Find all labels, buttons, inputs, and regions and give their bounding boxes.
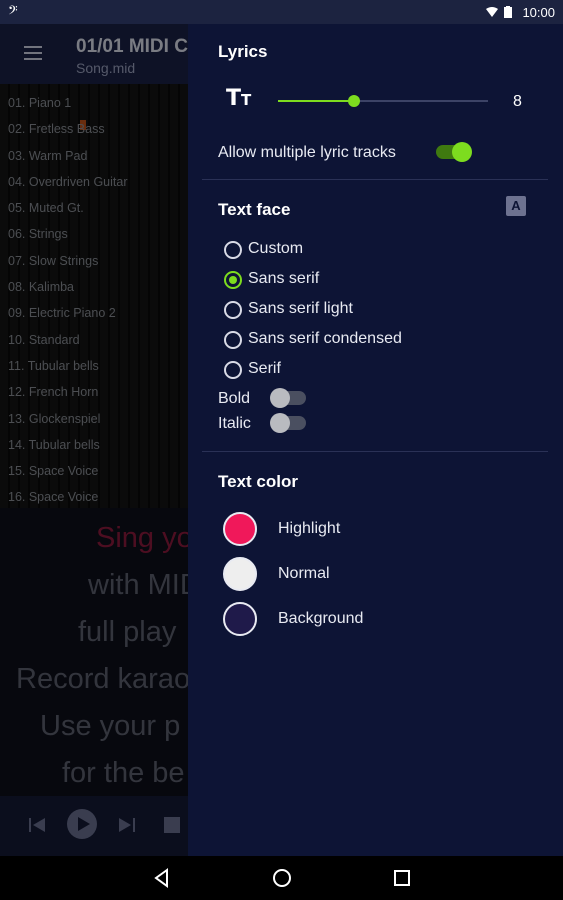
color-label[interactable]: Highlight [278, 520, 340, 538]
color-swatch[interactable] [223, 557, 257, 591]
app-screen: 01/01 MIDI C Song.mid 01. Piano 1 02. Fre… [0, 24, 563, 856]
color-label[interactable]: Background [278, 610, 363, 628]
italic-toggle[interactable] [270, 413, 306, 433]
allow-multiple-label: Allow multiple lyric tracks [218, 144, 396, 161]
radio-button[interactable] [224, 301, 242, 319]
recents-icon[interactable] [390, 866, 414, 890]
clock: 10:00 [522, 4, 555, 20]
toggle-knob [270, 388, 290, 408]
radio-button[interactable] [224, 361, 242, 379]
bold-toggle[interactable] [270, 388, 306, 408]
navigation-bar [0, 856, 563, 900]
allow-multiple-toggle[interactable] [436, 142, 472, 162]
wifi-icon [486, 6, 499, 18]
text-size-icon: TT [226, 86, 252, 111]
bold-label: Bold [218, 390, 251, 407]
radio-button[interactable] [224, 331, 242, 349]
font-size-slider[interactable] [278, 95, 488, 107]
toggle-knob [452, 142, 472, 162]
text-face-section-title: Text face [218, 200, 291, 219]
color-swatch[interactable] [223, 602, 257, 636]
lyrics-section-title: Lyrics [218, 42, 268, 61]
color-swatch[interactable] [223, 512, 257, 546]
toggle-knob [270, 413, 290, 433]
slider-fill [278, 100, 354, 102]
battery-icon [504, 6, 516, 18]
font-size-value: 8 [513, 93, 522, 110]
text-color-section-title: Text color [218, 472, 298, 491]
font-icon[interactable]: A [506, 196, 526, 216]
italic-label: Italic [218, 415, 251, 432]
bass-clef-icon: 𝄢 [8, 3, 18, 21]
status-bar: 𝄢 10:00 [0, 0, 563, 24]
home-icon[interactable] [270, 866, 294, 890]
radio-button[interactable] [224, 241, 242, 259]
divider [202, 451, 548, 452]
radio-label[interactable]: Serif [248, 360, 281, 378]
divider [202, 179, 548, 180]
radio-label[interactable]: Sans serif [248, 270, 319, 288]
color-label[interactable]: Normal [278, 565, 330, 583]
radio-label[interactable]: Sans serif light [248, 300, 353, 318]
radio-button[interactable] [224, 271, 242, 289]
radio-label[interactable]: Custom [248, 240, 303, 258]
lyrics-settings-panel: Lyrics TT 8 Allow multiple lyric tracks … [188, 24, 563, 856]
back-icon[interactable] [150, 866, 174, 890]
radio-label[interactable]: Sans serif condensed [248, 330, 402, 348]
slider-thumb[interactable] [347, 95, 360, 107]
